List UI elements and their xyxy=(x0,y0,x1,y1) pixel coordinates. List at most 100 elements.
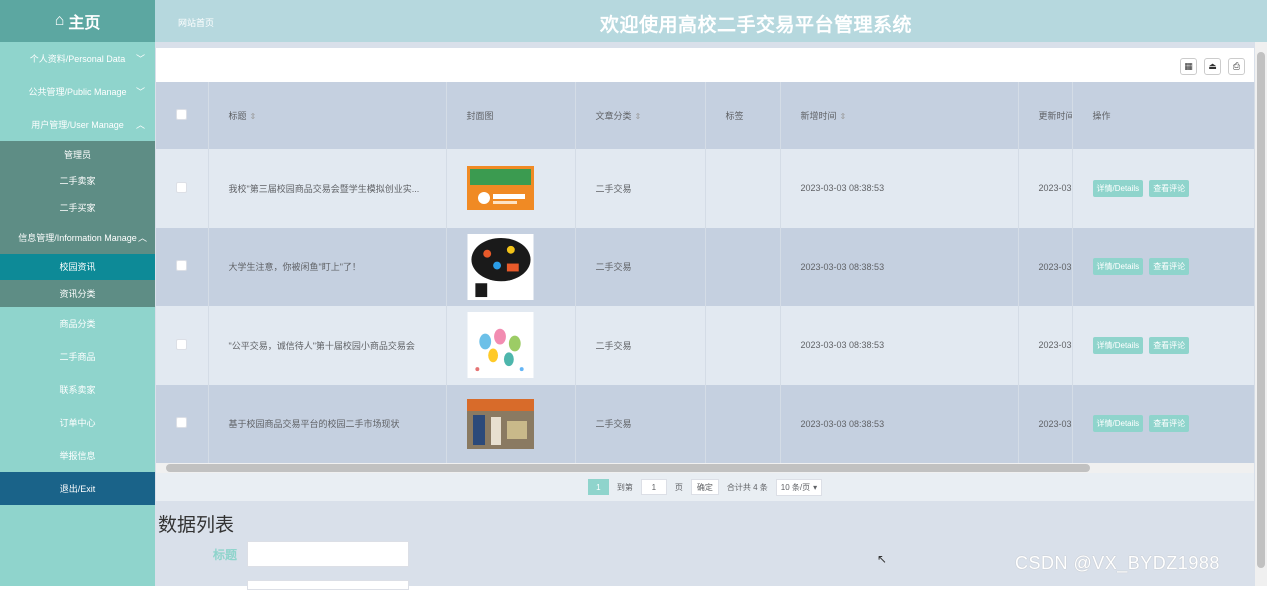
row-actions: 详情/Details 查看评论 xyxy=(1072,384,1255,463)
row-updated: 2023-03 xyxy=(1018,227,1073,306)
sidebar-item-admin[interactable]: 管理员 xyxy=(0,141,155,168)
row-updated: 2023-03 xyxy=(1018,384,1073,463)
col-cover: 封面图 xyxy=(446,82,576,149)
pagination: 1 到第 1 页 确定 合计共 4 条 10 条/页 ▾ xyxy=(156,473,1254,501)
goto-label: 到第 xyxy=(616,482,633,492)
data-table: 标题 ⇕ 封面图 文章分类 ⇕ 标签 新增时间 ⇕ 更新时间 操作 我校"第三届校园商… xyxy=(156,82,1255,463)
details-button[interactable]: 详情/Details xyxy=(1092,415,1144,433)
row-category: 二手交易 xyxy=(575,149,706,228)
table-toolbar: ▦ ⏏ ⎙ xyxy=(156,48,1254,82)
col-tag: 标签 xyxy=(705,82,781,149)
details-button[interactable]: 详情/Details xyxy=(1092,179,1144,197)
sort-icon[interactable]: ⇕ xyxy=(840,112,847,121)
cover-image xyxy=(467,233,533,300)
row-category: 二手交易 xyxy=(575,227,706,306)
print-icon[interactable]: ⎙ xyxy=(1228,58,1245,75)
sidebar-item-reports[interactable]: 举报信息 xyxy=(0,439,155,472)
col-updated[interactable]: 更新时间 xyxy=(1018,82,1073,149)
sidebar-item-used-goods[interactable]: 二手商品 xyxy=(0,340,155,373)
sidebar-group-personal[interactable]: 个人资料/Personal Data ﹀ xyxy=(0,42,155,75)
row-checkbox[interactable] xyxy=(176,338,187,350)
row-created: 2023-03-03 08:38:53 xyxy=(780,306,1019,385)
sidebar-item-buyer[interactable]: 二手买家 xyxy=(0,194,155,221)
row-tag xyxy=(705,149,781,228)
row-checkbox[interactable] xyxy=(176,260,187,272)
main-content: ▦ ⏏ ⎙ 标题 ⇕ 封面图 文章分类 ⇕ 标签 新增时间 ⇕ 更新时间 操作 我校"… xyxy=(155,42,1255,590)
breadcrumb[interactable]: 网站首页 xyxy=(178,16,214,29)
scrollbar-thumb[interactable] xyxy=(166,464,1090,472)
scrollbar-thumb[interactable] xyxy=(1257,52,1265,568)
horizontal-scrollbar[interactable] xyxy=(156,463,1254,473)
row-title: "公平交易，诚信待人"第十届校园小商品交易会 xyxy=(208,306,447,385)
confirm-button[interactable]: 确定 xyxy=(690,479,719,495)
details-button[interactable]: 详情/Details xyxy=(1092,336,1144,354)
goto-page-input[interactable]: 1 xyxy=(640,479,667,495)
row-actions: 详情/Details 查看评论 xyxy=(1072,149,1255,228)
row-cover xyxy=(446,227,576,306)
col-created[interactable]: 新增时间 ⇕ xyxy=(780,82,1019,149)
row-created: 2023-03-03 08:38:53 xyxy=(780,227,1019,306)
row-tag xyxy=(705,227,781,306)
sidebar-group-public[interactable]: 公共管理/Public Manage ﹀ xyxy=(0,75,155,108)
columns-icon[interactable]: ▦ xyxy=(1180,58,1197,75)
row-category: 二手交易 xyxy=(575,306,706,385)
comments-button[interactable]: 查看评论 xyxy=(1149,415,1190,433)
sidebar: 个人资料/Personal Data ﹀ 公共管理/Public Manage … xyxy=(0,42,155,586)
chevron-up-icon: ︿ xyxy=(137,232,147,243)
sidebar-item-contact-seller[interactable]: 联系卖家 xyxy=(0,373,155,406)
sidebar-item-news-category[interactable]: 资讯分类 xyxy=(0,280,155,307)
form-title: 数据列表 xyxy=(158,515,235,536)
sort-icon[interactable]: ⇕ xyxy=(635,112,642,121)
sidebar-group-user[interactable]: 用户管理/User Manage ︿ xyxy=(0,108,155,141)
table-header-row: 标题 ⇕ 封面图 文章分类 ⇕ 标签 新增时间 ⇕ 更新时间 操作 xyxy=(156,82,1255,149)
home-icon: ⌂ xyxy=(54,12,65,29)
sort-icon[interactable]: ⇕ xyxy=(250,112,257,121)
chevron-down-icon: ▾ xyxy=(813,482,818,492)
row-actions: 详情/Details 查看评论 xyxy=(1072,227,1255,306)
page-unit: 页 xyxy=(674,482,683,492)
comments-button[interactable]: 查看评论 xyxy=(1149,179,1190,197)
row-checkbox[interactable] xyxy=(176,417,187,429)
title-field-label: 标题 xyxy=(213,548,238,562)
sidebar-item-product-category[interactable]: 商品分类 xyxy=(0,307,155,340)
exit-button[interactable]: 退出/Exit xyxy=(0,471,155,505)
comments-button[interactable]: 查看评论 xyxy=(1149,336,1190,354)
row-tag xyxy=(705,384,781,463)
cover-image xyxy=(467,312,533,379)
table-row: 大学生注意，你被闲鱼"盯上"了！ 二手交易 2023-03-03 08:38:5… xyxy=(156,227,1255,306)
page-current[interactable]: 1 xyxy=(587,479,609,495)
comments-button[interactable]: 查看评论 xyxy=(1149,258,1190,276)
row-tag xyxy=(705,306,781,385)
total-count: 合计共 4 条 xyxy=(726,482,768,492)
row-checkbox[interactable] xyxy=(176,181,187,193)
second-input[interactable] xyxy=(247,580,409,590)
select-all-checkbox[interactable] xyxy=(176,109,187,120)
cover-image xyxy=(466,398,534,449)
table-row: "公平交易，诚信待人"第十届校园小商品交易会 二手交易 2023-03-03 0… xyxy=(156,306,1255,385)
row-title: 基于校园商品交易平台的校园二手市场现状 xyxy=(208,384,447,463)
details-button[interactable]: 详情/Details xyxy=(1092,258,1144,276)
home-link[interactable]: ⌂ 主页 xyxy=(0,0,155,42)
info-submenu: 校园资讯 资讯分类 xyxy=(0,253,155,307)
row-category: 二手交易 xyxy=(575,384,706,463)
title-input[interactable] xyxy=(247,541,409,567)
page-size-select[interactable]: 10 条/页 ▾ xyxy=(775,478,823,496)
row-cover xyxy=(446,384,576,463)
row-updated: 2023-03 xyxy=(1018,149,1073,228)
table-row: 我校"第三届校园商品交易会暨学生模拟创业实... 二手交易 2023-03-03… xyxy=(156,149,1255,228)
chevron-down-icon: ﹀ xyxy=(135,87,145,97)
vertical-scrollbar[interactable] xyxy=(1255,42,1267,586)
col-title[interactable]: 标题 ⇕ xyxy=(208,82,447,149)
row-created: 2023-03-03 08:38:53 xyxy=(780,384,1019,463)
sidebar-item-orders[interactable]: 订单中心 xyxy=(0,406,155,439)
sidebar-item-campus-news[interactable]: 校园资讯 xyxy=(0,253,155,280)
sidebar-group-info[interactable]: 信息管理/Information Manage ︿ xyxy=(0,220,155,254)
sidebar-item-seller[interactable]: 二手卖家 xyxy=(0,168,155,195)
cover-image xyxy=(466,166,534,211)
user-submenu: 管理员 二手卖家 二手买家 xyxy=(0,141,155,221)
row-actions: 详情/Details 查看评论 xyxy=(1072,306,1255,385)
col-category[interactable]: 文章分类 ⇕ xyxy=(575,82,706,149)
table-row: 基于校园商品交易平台的校园二手市场现状 二手交易 2023-03-03 08:3… xyxy=(156,384,1255,463)
row-cover xyxy=(446,149,576,228)
export-icon[interactable]: ⏏ xyxy=(1204,58,1221,75)
